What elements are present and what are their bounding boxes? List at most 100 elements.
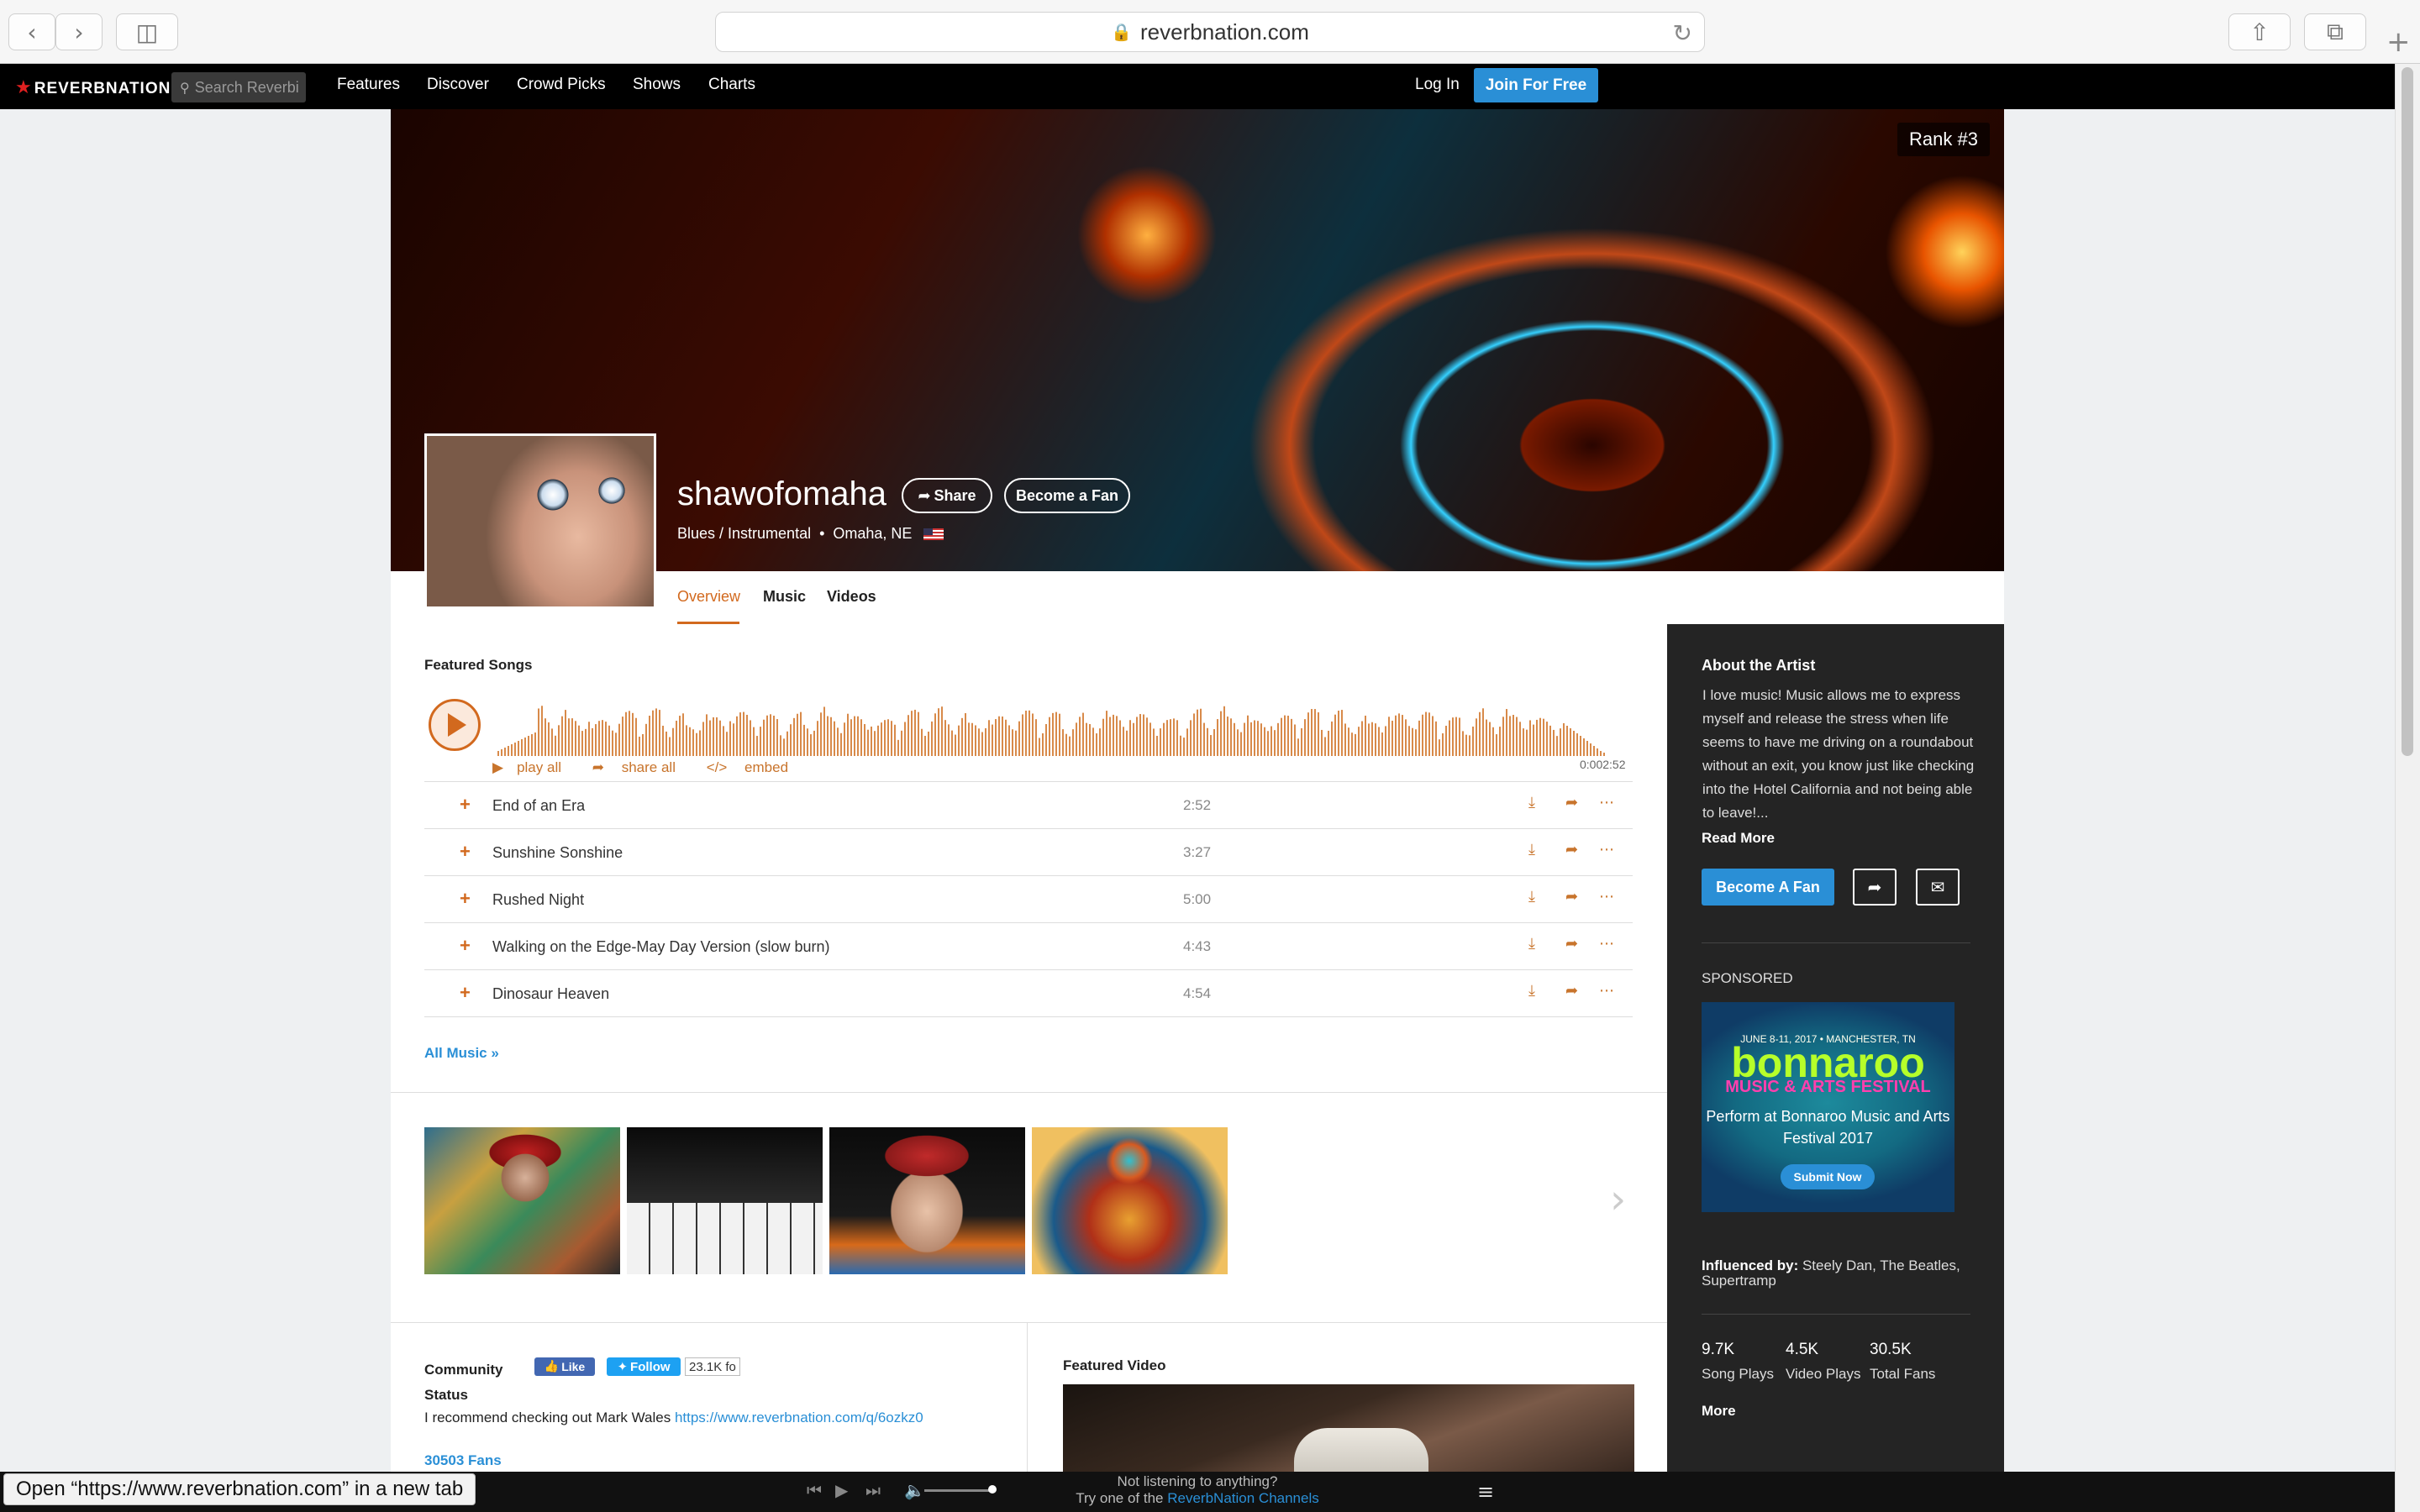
mail-icon[interactable]: ✉ bbox=[1916, 869, 1960, 906]
download-icon[interactable]: ⤓ bbox=[1528, 841, 1535, 858]
more-icon[interactable]: ⋯ bbox=[1599, 841, 1614, 858]
nav-shows[interactable]: Shows bbox=[633, 76, 681, 94]
reload-icon[interactable]: ↻ bbox=[1673, 19, 1692, 47]
stats-more-link[interactable]: More bbox=[1702, 1403, 1736, 1420]
search-input[interactable]: ⚲ Search Reverbi bbox=[171, 72, 306, 102]
download-icon[interactable]: ⤓ bbox=[1528, 935, 1535, 953]
new-tab-icon[interactable]: + bbox=[2386, 25, 2411, 59]
forward-button[interactable]: › bbox=[55, 13, 103, 50]
waveform-bar bbox=[1344, 723, 1346, 756]
tab-videos[interactable]: Videos bbox=[827, 588, 876, 606]
volume-icon[interactable]: 🔈 bbox=[904, 1480, 925, 1500]
waveform-bar bbox=[592, 727, 593, 756]
add-icon[interactable]: + bbox=[460, 841, 471, 863]
add-icon[interactable]: + bbox=[460, 935, 471, 957]
share-icon[interactable]: ➦ bbox=[1565, 982, 1578, 1000]
share-icon[interactable]: ➦ bbox=[1565, 935, 1578, 953]
menu-icon[interactable]: ≡ bbox=[1477, 1480, 1494, 1504]
twitter-follow-button[interactable]: ✦ Follow bbox=[607, 1357, 681, 1376]
track-row[interactable]: + Sunshine Sonshine 3:27 ⤓ ➦ ⋯ bbox=[424, 828, 1633, 875]
scrollbar-thumb[interactable] bbox=[2402, 67, 2413, 756]
waveform-bar bbox=[840, 732, 842, 756]
facebook-like-button[interactable]: 👍 Like bbox=[534, 1357, 595, 1376]
volume-knob[interactable] bbox=[988, 1485, 997, 1494]
play-button[interactable] bbox=[429, 699, 481, 751]
play-all-link[interactable]: ▶ play all bbox=[492, 759, 575, 776]
artist-photo-2[interactable] bbox=[627, 1127, 823, 1274]
download-icon[interactable]: ⤓ bbox=[1528, 982, 1535, 1000]
share-icon[interactable]: ⇧ bbox=[2228, 13, 2291, 50]
artist-avatar[interactable] bbox=[424, 433, 656, 609]
channels-link[interactable]: ReverbNation Channels bbox=[1167, 1490, 1319, 1506]
next-arrow-icon[interactable]: › bbox=[1610, 1176, 1626, 1223]
waveform-bar bbox=[1176, 720, 1178, 756]
artist-photo-3[interactable] bbox=[829, 1127, 1025, 1274]
address-bar[interactable]: 🔒 reverbnation.com ↻ bbox=[715, 12, 1705, 52]
share-all-label: share all bbox=[621, 759, 676, 775]
join-button[interactable]: Join For Free bbox=[1474, 68, 1598, 102]
waveform-bar bbox=[1156, 736, 1158, 756]
track-name[interactable]: End of an Era bbox=[492, 797, 585, 815]
more-icon[interactable]: ⋯ bbox=[1599, 982, 1614, 1000]
tabs-icon[interactable]: ⧉ bbox=[2304, 13, 2366, 50]
artist-photo-4[interactable] bbox=[1032, 1127, 1228, 1274]
nav-charts[interactable]: Charts bbox=[708, 76, 755, 94]
nav-features[interactable]: Features bbox=[337, 76, 400, 94]
waveform-bar bbox=[1486, 719, 1487, 756]
previous-icon[interactable]: ⏮ bbox=[807, 1480, 822, 1500]
sidebar-toggle-icon[interactable]: ◫ bbox=[116, 13, 178, 50]
read-more-link[interactable]: Read More bbox=[1702, 830, 1775, 847]
share-icon[interactable]: ➦ bbox=[1565, 841, 1578, 858]
waveform-bar bbox=[511, 744, 513, 756]
embed-link[interactable]: </> embed bbox=[707, 759, 802, 775]
artist-photo-1[interactable] bbox=[424, 1127, 620, 1274]
waveform-bar bbox=[1028, 710, 1030, 756]
nav-discover[interactable]: Discover bbox=[427, 76, 489, 94]
track-name[interactable]: Rushed Night bbox=[492, 891, 584, 909]
track-row[interactable]: + Rushed Night 5:00 ⤓ ➦ ⋯ bbox=[424, 875, 1633, 922]
add-icon[interactable]: + bbox=[460, 794, 471, 816]
back-button[interactable]: ‹ bbox=[8, 13, 55, 50]
ad-submit-button[interactable]: Submit Now bbox=[1781, 1164, 1875, 1189]
waveform-bar bbox=[1109, 717, 1111, 756]
track-name[interactable]: Dinosaur Heaven bbox=[492, 985, 609, 1003]
more-icon[interactable]: ⋯ bbox=[1599, 935, 1614, 953]
tab-overview[interactable]: Overview bbox=[677, 588, 740, 606]
reverbnation-logo[interactable]: ★ REVERBNATION bbox=[15, 77, 171, 98]
waveform-bar bbox=[1274, 730, 1276, 756]
artist-name: shawofomaha bbox=[677, 475, 887, 512]
share-icon[interactable]: ➦ bbox=[1565, 794, 1578, 811]
track-row[interactable]: + End of an Era 2:52 ⤓ ➦ ⋯ bbox=[424, 781, 1633, 828]
share-button[interactable]: ➦ Share bbox=[902, 478, 992, 513]
login-link[interactable]: Log In bbox=[1415, 76, 1460, 94]
download-icon[interactable]: ⤓ bbox=[1528, 888, 1535, 906]
waveform-bar bbox=[884, 720, 886, 756]
status-link[interactable]: https://www.reverbnation.com/q/6ozkz0 bbox=[675, 1410, 923, 1425]
tab-music[interactable]: Music bbox=[763, 588, 806, 606]
add-icon[interactable]: + bbox=[460, 888, 471, 910]
fans-count-link[interactable]: 30503 Fans bbox=[424, 1452, 502, 1469]
become-fan-button[interactable]: Become a Fan bbox=[1004, 478, 1130, 513]
waveform-bar bbox=[706, 714, 708, 756]
nav-crowd-picks[interactable]: Crowd Picks bbox=[517, 76, 606, 94]
download-icon[interactable]: ⤓ bbox=[1528, 794, 1535, 811]
waveform-bar bbox=[1055, 711, 1057, 756]
waveform-bar bbox=[1472, 726, 1474, 756]
more-icon[interactable]: ⋯ bbox=[1599, 794, 1614, 811]
track-name[interactable]: Sunshine Sonshine bbox=[492, 844, 623, 862]
track-name[interactable]: Walking on the Edge-May Day Version (slo… bbox=[492, 938, 830, 956]
volume-slider[interactable] bbox=[924, 1489, 992, 1492]
waveform-bar bbox=[1059, 713, 1060, 756]
more-icon[interactable]: ⋯ bbox=[1599, 888, 1614, 906]
track-row[interactable]: + Dinosaur Heaven 4:54 ⤓ ➦ ⋯ bbox=[424, 969, 1633, 1016]
share-icon[interactable]: ➦ bbox=[1565, 888, 1578, 906]
all-music-link[interactable]: All Music » bbox=[424, 1045, 499, 1062]
add-icon[interactable]: + bbox=[460, 982, 471, 1004]
sidebar-become-fan-button[interactable]: Become A Fan bbox=[1702, 869, 1834, 906]
share-all-link[interactable]: ➦ share all bbox=[592, 759, 689, 776]
track-row[interactable]: + Walking on the Edge-May Day Version (sl… bbox=[424, 922, 1633, 969]
share-icon[interactable]: ➦ bbox=[1853, 869, 1897, 906]
next-icon[interactable]: ⏭ bbox=[865, 1480, 881, 1500]
waveform[interactable] bbox=[494, 694, 1637, 756]
play-icon[interactable]: ▶ bbox=[835, 1480, 848, 1500]
